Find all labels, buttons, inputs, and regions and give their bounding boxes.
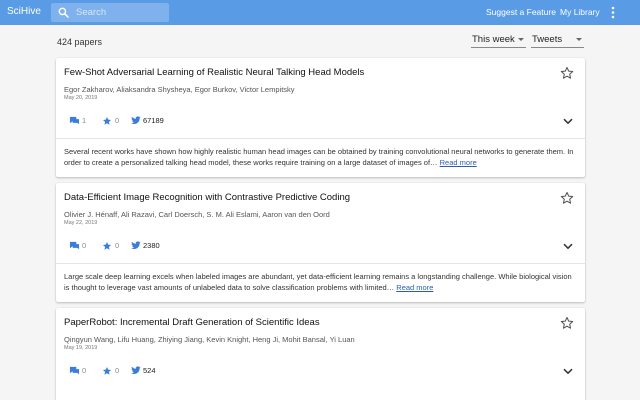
time-filter-select[interactable]: This week xyxy=(471,33,526,48)
twitter-icon xyxy=(131,116,141,124)
comment-icon xyxy=(69,366,80,375)
chevron-down-icon[interactable] xyxy=(563,243,573,250)
twitter-icon xyxy=(131,241,141,249)
paper-date: May 19, 2019 xyxy=(64,345,98,351)
card-divider xyxy=(56,263,585,264)
paper-abstract: Large scale deep learning excels when la… xyxy=(64,271,579,293)
paper-authors: Egor Zakharov, Aliaksandra Shysheya, Ego… xyxy=(64,85,295,94)
paper-card: Data-Efficient Image Recognition with Co… xyxy=(56,183,585,302)
star-filled-icon xyxy=(102,367,112,375)
abstract-text: Large scale deep learning excels when la… xyxy=(64,272,572,292)
sort-select[interactable]: Tweets xyxy=(531,33,584,48)
comments-value: 0 xyxy=(82,241,87,250)
comment-icon xyxy=(69,241,80,250)
tweets-value: 524 xyxy=(143,366,156,375)
top-app-bar: SciHive Suggest a Feature My Library xyxy=(0,0,640,25)
tweets-value: 2380 xyxy=(143,241,160,250)
twitter-icon xyxy=(131,366,141,374)
stars-value: 0 xyxy=(115,241,120,250)
paper-card: Few-Shot Adversarial Learning of Realist… xyxy=(56,58,585,177)
paper-count: 424 papers xyxy=(57,37,103,47)
search-icon xyxy=(58,7,69,18)
star-filled-icon xyxy=(102,117,112,125)
chevron-down-icon[interactable] xyxy=(563,368,573,375)
more-vert-icon[interactable] xyxy=(611,6,615,19)
comment-icon xyxy=(69,116,80,125)
paper-date: May 20, 2019 xyxy=(64,95,98,101)
star-outline-icon[interactable] xyxy=(560,316,574,330)
dropdown-caret-icon xyxy=(576,38,582,41)
search-input[interactable] xyxy=(76,6,164,19)
read-more-link[interactable]: Read more xyxy=(440,158,477,167)
star-filled-icon xyxy=(102,242,112,250)
time-filter-value: This week xyxy=(472,34,515,45)
my-library-link[interactable]: My Library xyxy=(560,7,600,17)
star-outline-icon[interactable] xyxy=(560,191,574,205)
comments-value: 1 xyxy=(82,116,87,125)
brand-logo[interactable]: SciHive xyxy=(7,6,41,17)
star-outline-icon[interactable] xyxy=(560,66,574,80)
paper-title[interactable]: Data-Efficient Image Recognition with Co… xyxy=(64,192,350,203)
paper-abstract: Several recent works have shown how high… xyxy=(64,146,579,168)
paper-title[interactable]: PaperRobot: Incremental Draft Generation… xyxy=(64,317,320,328)
abstract-text: Several recent works have shown how high… xyxy=(64,147,574,167)
dropdown-caret-icon xyxy=(518,38,524,41)
paper-authors: Olivier J. Hénaff, Ali Razavi, Carl Doer… xyxy=(64,210,330,219)
stars-value: 0 xyxy=(115,116,120,125)
sort-value: Tweets xyxy=(532,34,563,45)
paper-authors: Qingyun Wang, Lifu Huang, Zhiying Jiang,… xyxy=(64,335,355,344)
tweets-value: 67189 xyxy=(143,116,164,125)
suggest-feature-link[interactable]: Suggest a Feature xyxy=(486,7,556,17)
card-divider xyxy=(56,138,585,139)
search-box[interactable] xyxy=(51,3,169,22)
paper-card: PaperRobot: Incremental Draft Generation… xyxy=(56,308,585,400)
chevron-down-icon[interactable] xyxy=(563,118,573,125)
comments-value: 0 xyxy=(82,366,87,375)
stars-value: 0 xyxy=(115,366,120,375)
paper-date: May 22, 2019 xyxy=(64,220,98,226)
read-more-link[interactable]: Read more xyxy=(396,283,433,292)
paper-title[interactable]: Few-Shot Adversarial Learning of Realist… xyxy=(64,67,364,78)
